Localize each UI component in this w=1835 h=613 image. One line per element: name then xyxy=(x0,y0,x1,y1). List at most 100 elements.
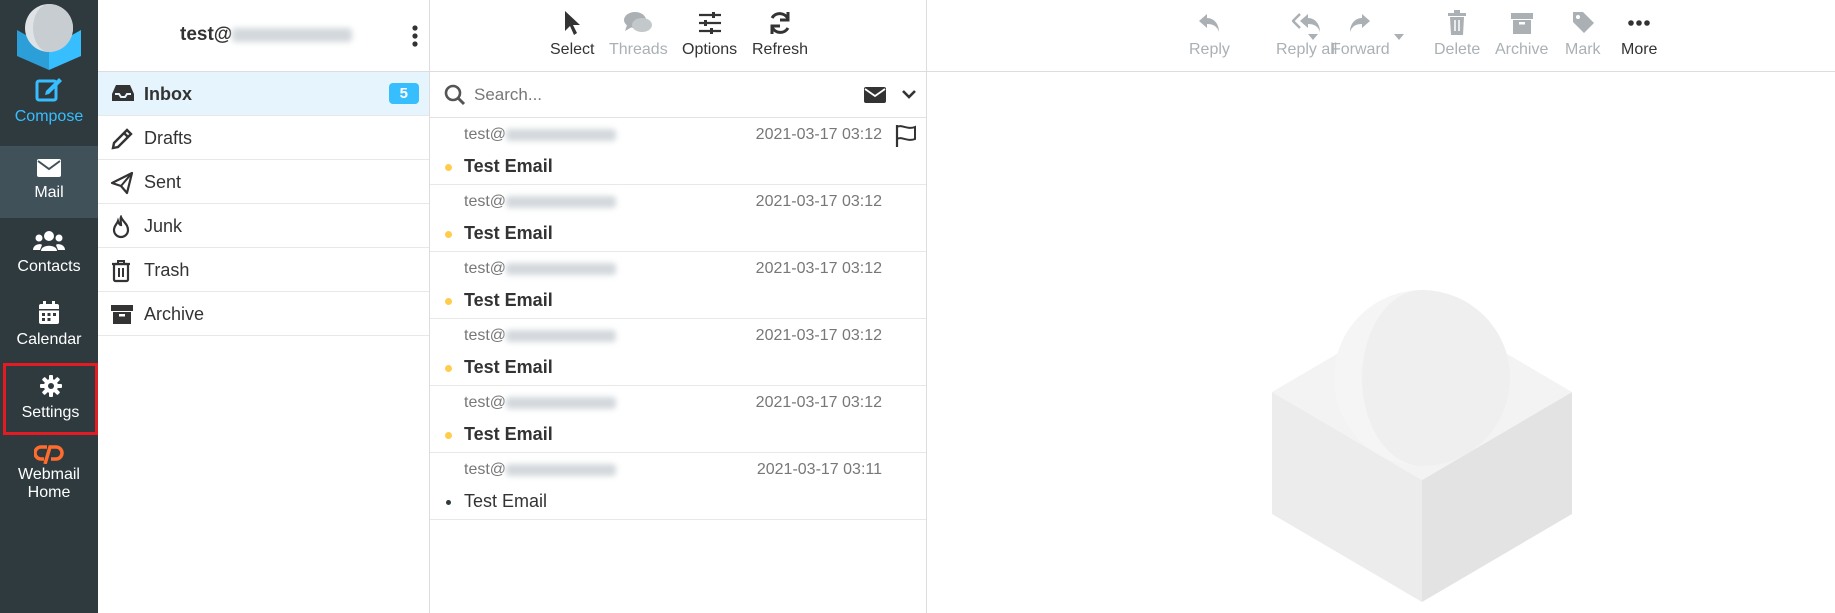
calendar-icon xyxy=(39,301,59,324)
unread-count-badge: 5 xyxy=(388,83,419,104)
account-name: test@ xyxy=(180,24,353,46)
nav-webmail-home-label: Webmail Home xyxy=(18,466,80,501)
nav-contacts[interactable]: Contacts xyxy=(0,218,98,290)
nav-settings[interactable]: Settings xyxy=(3,363,98,435)
unread-dot[interactable] xyxy=(445,231,452,238)
delete-button[interactable]: Delete xyxy=(1434,10,1480,59)
message-subject: Test Email xyxy=(464,424,553,444)
refresh-icon xyxy=(770,12,790,34)
message-list-panel: Select Threads Options Refresh Search...… xyxy=(430,0,927,613)
roundcube-logo-icon xyxy=(17,4,81,70)
message-date: 2021-03-17 03:12 xyxy=(755,260,882,277)
unread-dot[interactable] xyxy=(445,432,452,439)
message-date: 2021-03-17 03:12 xyxy=(755,126,882,143)
compose-icon xyxy=(35,78,62,102)
message-date: 2021-03-17 03:11 xyxy=(756,461,882,478)
preview-panel: Reply Reply all Forward Delete Archive M… xyxy=(927,0,1835,613)
nav-webmail-home[interactable]: Webmail Home xyxy=(0,444,98,516)
reply-button[interactable]: Reply xyxy=(1189,10,1230,59)
nav-mail[interactable]: Mail xyxy=(0,146,98,218)
select-button[interactable]: Select xyxy=(550,10,594,59)
nav-contacts-label: Contacts xyxy=(17,258,81,275)
folder-junk[interactable]: Junk xyxy=(98,204,429,248)
cursor-arrow-icon xyxy=(565,11,581,35)
folder-archive[interactable]: Archive xyxy=(98,292,429,336)
list-item[interactable]: test@ 2021-03-17 03:12 Test Email xyxy=(430,319,926,386)
nav-settings-label: Settings xyxy=(21,404,80,421)
message-from: test@ xyxy=(464,193,617,211)
empty-preview-logo-icon xyxy=(1272,290,1572,602)
envelope-icon xyxy=(37,159,61,177)
message-from: test@ xyxy=(464,260,617,278)
message-subject: Test Email xyxy=(464,223,553,243)
message-toolbar: Reply Reply all Forward Delete Archive M… xyxy=(927,0,1835,72)
reply-all-dropdown-icon[interactable] xyxy=(1308,34,1318,40)
list-item[interactable]: test@ 2021-03-17 03:11 Test Email xyxy=(430,453,926,520)
archive-box-icon xyxy=(111,305,133,324)
paper-plane-icon xyxy=(110,171,134,195)
list-item[interactable]: test@ 2021-03-17 03:12 Test Email xyxy=(430,386,926,453)
reply-all-button[interactable]: Reply all xyxy=(1276,10,1337,59)
nav-compose[interactable]: Compose xyxy=(0,76,98,148)
fire-icon xyxy=(112,215,130,239)
forward-dropdown-icon[interactable] xyxy=(1394,34,1404,40)
message-from: test@ xyxy=(464,126,617,144)
refresh-button[interactable]: Refresh xyxy=(752,10,808,59)
redacted-domain xyxy=(232,27,353,42)
list-item[interactable]: test@ 2021-03-17 03:12 Test Email xyxy=(430,185,926,252)
message-date: 2021-03-17 03:12 xyxy=(755,394,882,411)
more-button[interactable]: More xyxy=(1621,10,1657,59)
message-subject: Test Email xyxy=(464,357,553,377)
list-item[interactable]: test@ 2021-03-17 03:12 Test Email xyxy=(430,118,926,185)
cpanel-icon xyxy=(34,445,64,464)
message-date: 2021-03-17 03:12 xyxy=(755,193,882,210)
folder-drafts[interactable]: Drafts xyxy=(98,116,429,160)
message-date: 2021-03-17 03:12 xyxy=(755,327,882,344)
folder-trash[interactable]: Trash xyxy=(98,248,429,292)
search-input[interactable] xyxy=(474,82,834,108)
message-from: test@ xyxy=(464,327,617,345)
sliders-icon xyxy=(698,12,721,34)
nav-calendar-label: Calendar xyxy=(16,331,82,348)
message-subject: Test Email xyxy=(464,491,548,511)
archive-button[interactable]: Archive xyxy=(1495,10,1548,59)
chevron-down-icon[interactable] xyxy=(902,89,916,99)
unread-dot[interactable] xyxy=(445,164,452,171)
nav-calendar[interactable]: Calendar xyxy=(0,291,98,363)
forward-icon xyxy=(1350,14,1371,32)
archive-box-icon xyxy=(1510,13,1533,34)
trash-icon xyxy=(1448,10,1467,35)
contacts-icon xyxy=(33,231,65,251)
forward-button[interactable]: Forward xyxy=(1331,10,1390,59)
nav-compose-label: Compose xyxy=(14,108,84,125)
pencil-icon xyxy=(111,128,133,150)
search-icon[interactable] xyxy=(444,84,466,106)
options-button[interactable]: Options xyxy=(682,10,737,59)
nav-mail-label: Mail xyxy=(34,184,64,201)
folders-header: test@ xyxy=(98,0,429,72)
folder-sent[interactable]: Sent xyxy=(98,160,429,204)
more-dots-icon xyxy=(1628,20,1651,26)
message-from: test@ xyxy=(464,461,617,479)
read-dot[interactable] xyxy=(446,500,451,505)
flag-icon[interactable] xyxy=(894,124,918,148)
message-from: test@ xyxy=(464,394,617,412)
trash-icon xyxy=(112,260,130,283)
folder-inbox[interactable]: Inbox 5 xyxy=(98,72,429,116)
search-bar xyxy=(430,72,926,118)
chat-bubbles-icon xyxy=(624,12,653,32)
mark-button[interactable]: Mark xyxy=(1565,10,1601,59)
list-item[interactable]: test@ 2021-03-17 03:12 Test Email xyxy=(430,252,926,319)
unread-dot[interactable] xyxy=(445,298,452,305)
list-toolbar: Select Threads Options Refresh xyxy=(430,0,926,72)
reply-all-icon xyxy=(1291,13,1320,32)
envelope-filter-icon[interactable] xyxy=(864,87,886,103)
gear-icon xyxy=(39,375,62,397)
app-logo[interactable] xyxy=(0,0,98,70)
inbox-icon xyxy=(112,85,134,101)
unread-dot[interactable] xyxy=(445,365,452,372)
message-subject: Test Email xyxy=(464,290,553,310)
kebab-menu-icon[interactable] xyxy=(411,24,419,48)
nav-rail: Compose Mail Contacts Calendar Settings … xyxy=(0,0,98,613)
threads-button[interactable]: Threads xyxy=(609,10,668,59)
